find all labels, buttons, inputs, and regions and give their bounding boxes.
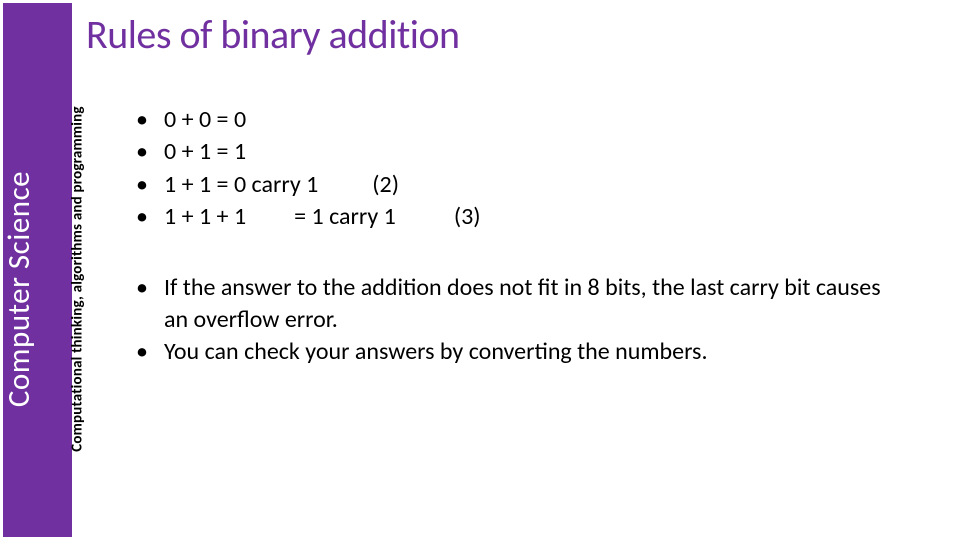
- rule-note: (3): [454, 202, 481, 231]
- rule-text: 0 + 0 = 0: [164, 105, 246, 134]
- notes-list: If the answer to the addition does not f…: [86, 272, 960, 369]
- slide-title: Rules of binary addition: [86, 10, 960, 59]
- rule-item: 0 + 0 = 0: [136, 104, 960, 136]
- sidebar-title: Computer Science: [0, 171, 38, 407]
- rule-item: 1 + 1 = 0 carry 1 (2): [136, 169, 960, 201]
- rule-note: (2): [372, 170, 399, 199]
- note-item: You can check your answers by converting…: [136, 336, 900, 368]
- rule-item: 0 + 1 = 1: [136, 136, 960, 168]
- sidebar-subtitle: Computational thinking, algorithms and p…: [68, 106, 86, 452]
- sidebar: Computer Science Computational thinking,…: [3, 3, 72, 537]
- rules-list: 0 + 0 = 0 0 + 1 = 1 1 + 1 = 0 carry 1 (2)…: [86, 104, 960, 234]
- rule-item: 1 + 1 + 1= 1 carry 1 (3): [136, 201, 960, 233]
- rule-text: 1 + 1 + 1= 1 carry 1: [164, 202, 396, 231]
- note-item: If the answer to the addition does not f…: [136, 272, 900, 337]
- main-content: Rules of binary addition 0 + 0 = 0 0 + 1…: [86, 0, 960, 540]
- rule-text: 0 + 1 = 1: [164, 137, 246, 166]
- rule-text: 1 + 1 = 0 carry 1: [164, 170, 318, 199]
